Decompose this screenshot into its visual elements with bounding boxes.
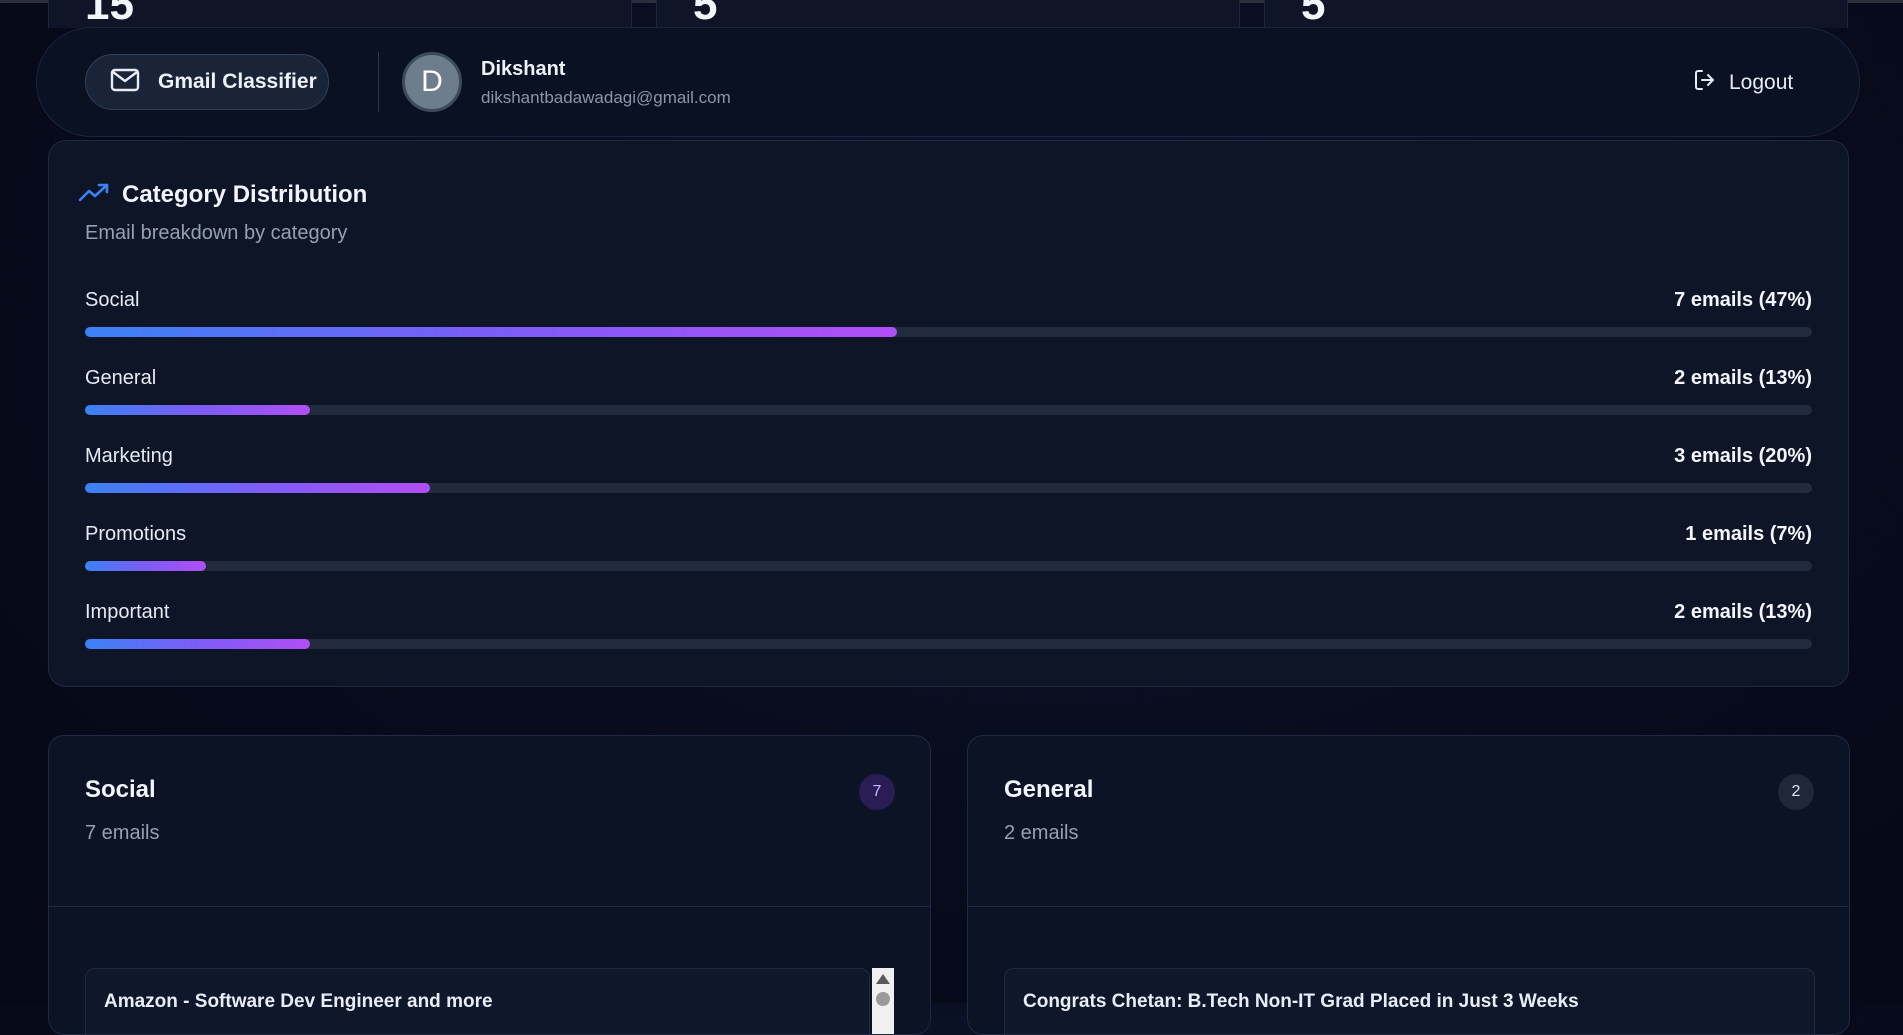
category-card-count: 2 emails <box>1004 822 1079 844</box>
scroll-thumb[interactable] <box>876 992 890 1006</box>
count-badge: 2 <box>1778 774 1814 810</box>
category-progress-track <box>85 639 1812 649</box>
category-card-general[interactable]: General 2 emails 2 Congrats Chetan: B.Te… <box>967 735 1850 1035</box>
logout-icon <box>1693 68 1717 97</box>
user-name: Dikshant <box>481 58 566 80</box>
brand-label: Gmail Classifier <box>158 70 317 93</box>
category-progress-fill <box>85 327 897 337</box>
email-item[interactable]: Congrats Chetan: B.Tech Non-IT Grad Plac… <box>1004 968 1815 1034</box>
category-row-label: Promotions <box>85 523 187 545</box>
avatar-initial: D <box>421 65 443 98</box>
count-badge: 7 <box>859 774 895 810</box>
email-item[interactable]: Amazon - Software Dev Engineer and more <box>85 968 870 1034</box>
category-card-title: Social <box>85 776 156 803</box>
category-row-label: Marketing <box>85 445 173 467</box>
category-card-social[interactable]: Social 7 emails 7 Amazon - Software Dev … <box>48 735 931 1035</box>
category-progress-track <box>85 405 1812 415</box>
category-row-label: Important <box>85 601 170 623</box>
card-divider <box>49 906 930 907</box>
category-card-count: 7 emails <box>85 822 160 844</box>
logout-label: Logout <box>1729 70 1794 94</box>
category-row-count: 1 emails (7%) <box>1685 523 1812 545</box>
category-row-count: 2 emails (13%) <box>1674 601 1812 623</box>
gmail-classifier-button[interactable]: Gmail Classifier <box>85 54 329 110</box>
logout-button[interactable]: Logout <box>1693 68 1793 97</box>
category-row-count: 3 emails (20%) <box>1674 445 1812 467</box>
stat-value-total: 15 <box>85 0 134 29</box>
card-divider <box>968 906 1849 907</box>
stat-value-second: 5 <box>693 0 718 29</box>
scroll-up-arrow-icon[interactable] <box>876 974 890 984</box>
category-card-title: General <box>1004 776 1094 803</box>
category-progress-track <box>85 483 1812 493</box>
mail-icon <box>110 68 140 97</box>
trending-up-icon <box>78 182 110 209</box>
scrollbar[interactable] <box>872 968 894 1034</box>
user-email: dikshantbadawadagi@gmail.com <box>481 88 731 107</box>
category-progress-track <box>85 561 1812 571</box>
stat-card-second: 5 <box>656 0 1240 29</box>
category-progress-fill <box>85 405 310 415</box>
distribution-subtitle: Email breakdown by category <box>85 222 348 244</box>
category-progress-track <box>85 327 1812 337</box>
category-progress-fill <box>85 561 206 571</box>
header-divider <box>378 52 379 112</box>
app-header: Gmail Classifier D Dikshant dikshantbada… <box>36 27 1860 137</box>
category-row-label: Social <box>85 289 140 311</box>
category-progress-fill <box>85 639 310 649</box>
stat-card-total: 15 <box>48 0 632 29</box>
category-row-label: General <box>85 367 157 389</box>
avatar[interactable]: D <box>402 52 462 112</box>
category-progress-fill <box>85 483 431 493</box>
category-row-count: 7 emails (47%) <box>1674 289 1812 311</box>
category-row-count: 2 emails (13%) <box>1674 367 1812 389</box>
stat-value-third: 5 <box>1301 0 1326 29</box>
distribution-title: Category Distribution <box>122 181 368 208</box>
stat-card-third: 5 <box>1264 0 1848 29</box>
distribution-heading: Category Distribution <box>78 181 367 209</box>
